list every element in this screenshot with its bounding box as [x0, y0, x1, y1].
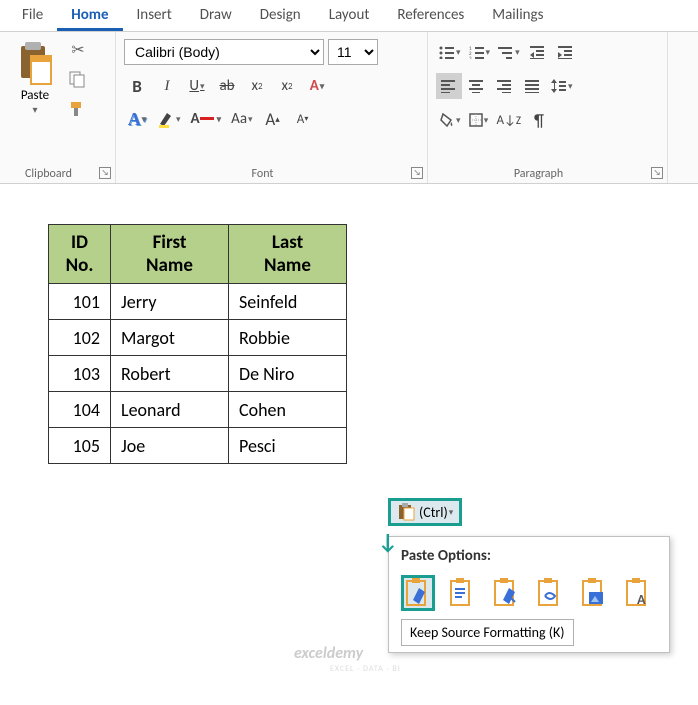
- text-effects-button[interactable]: A▾: [304, 73, 330, 99]
- tab-references[interactable]: References: [383, 0, 478, 31]
- arrow-indicator: ↓: [378, 528, 398, 555]
- chevron-down-icon: ▾: [449, 507, 454, 518]
- clipboard-launcher[interactable]: ↘: [99, 167, 111, 179]
- paste-ctrl-tag[interactable]: (Ctrl) ▾: [388, 498, 462, 526]
- multilevel-list-button[interactable]: ▾: [495, 39, 523, 65]
- increase-indent-button[interactable]: [553, 39, 579, 65]
- font-color-button[interactable]: A▾: [188, 106, 225, 132]
- clipboard-group: Paste ▾ ✂ Clipboard ↘: [0, 32, 116, 183]
- ribbon-tabs: File Home Insert Draw Design Layout Refe…: [0, 0, 698, 32]
- clipboard-group-label: Clipboard: [0, 167, 97, 181]
- paragraph-group-label: Paragraph: [428, 167, 649, 181]
- watermark: exceldemy: [294, 644, 363, 663]
- align-left-button[interactable]: [436, 73, 462, 99]
- justify-button[interactable]: [520, 73, 546, 99]
- strikethrough-button[interactable]: ab: [214, 73, 240, 99]
- keep-text-only-button[interactable]: A: [621, 575, 655, 611]
- header-first: FirstName: [111, 225, 229, 284]
- paste-dropdown-arrow[interactable]: ▾: [32, 103, 37, 116]
- highlight-button[interactable]: ▾: [154, 106, 184, 132]
- bullets-button[interactable]: ▾: [436, 39, 464, 65]
- header-last: LastName: [229, 225, 347, 284]
- tab-draw[interactable]: Draw: [186, 0, 246, 31]
- paste-options-popup: (Ctrl) ▾ ↓ Paste Options: A Keep: [388, 498, 670, 653]
- bold-button[interactable]: B: [124, 73, 150, 99]
- copy-icon[interactable]: [68, 70, 88, 90]
- format-painter-icon[interactable]: [68, 100, 88, 120]
- paste-option-tooltip: Keep Source Formatting (K): [401, 619, 574, 646]
- tab-layout[interactable]: Layout: [315, 0, 384, 31]
- tab-insert[interactable]: Insert: [123, 0, 186, 31]
- shading-button[interactable]: ▾: [436, 107, 464, 133]
- watermark-sub: EXCEL · DATA · BI: [330, 664, 401, 674]
- clipboard-icon: [397, 503, 415, 521]
- document-area[interactable]: IDNo. FirstName LastName 101JerrySeinfel…: [0, 184, 698, 500]
- table-row[interactable]: 105JoePesci: [49, 428, 347, 464]
- font-launcher[interactable]: ↘: [411, 167, 423, 179]
- numbering-button[interactable]: 123▾: [466, 39, 494, 65]
- tab-design[interactable]: Design: [246, 0, 315, 31]
- shrink-font-button[interactable]: A▾: [290, 106, 316, 132]
- use-destination-styles-button[interactable]: [489, 575, 523, 611]
- align-center-button[interactable]: [464, 73, 490, 99]
- table-row[interactable]: 104LeonardCohen: [49, 392, 347, 428]
- paste-options-title: Paste Options:: [401, 547, 657, 565]
- header-id: IDNo.: [49, 225, 111, 284]
- line-spacing-button[interactable]: ▾: [548, 73, 576, 99]
- paragraph-launcher[interactable]: ↘: [651, 167, 663, 179]
- data-table: IDNo. FirstName LastName 101JerrySeinfel…: [48, 224, 347, 500]
- decrease-indent-button[interactable]: [525, 39, 551, 65]
- tab-file[interactable]: File: [8, 0, 57, 31]
- paste-button[interactable]: Paste ▾: [8, 38, 62, 148]
- tab-mailings[interactable]: Mailings: [478, 0, 557, 31]
- show-hide-button[interactable]: ¶: [526, 107, 552, 133]
- font-group-label: Font: [116, 167, 409, 181]
- table-row[interactable]: 102MargotRobbie: [49, 320, 347, 356]
- font-group: Calibri (Body) 11 B I U▾ ab x2 x2 A▾ A▾ …: [116, 32, 428, 183]
- underline-button[interactable]: U▾: [184, 73, 210, 99]
- svg-text:A: A: [637, 591, 646, 608]
- table-row[interactable]: 101JerrySeinfeld: [49, 284, 347, 320]
- table-row-empty: [49, 464, 347, 500]
- merge-formatting-button[interactable]: [445, 575, 479, 611]
- paste-label: Paste: [21, 88, 49, 103]
- align-right-button[interactable]: [492, 73, 518, 99]
- paste-options-menu: Paste Options: A Keep Source Formatting …: [388, 536, 670, 653]
- sort-button[interactable]: A↓Z: [494, 107, 524, 133]
- picture-button[interactable]: [577, 575, 611, 611]
- text-outline-button[interactable]: A▾: [124, 106, 150, 132]
- tab-home[interactable]: Home: [57, 0, 122, 31]
- link-and-keep-source-button[interactable]: [533, 575, 567, 611]
- italic-button[interactable]: I: [154, 73, 180, 99]
- cut-icon[interactable]: ✂: [68, 40, 88, 60]
- subscript-button[interactable]: x2: [244, 73, 270, 99]
- paste-icon: [17, 42, 53, 86]
- svg-text:3: 3: [469, 56, 472, 59]
- grow-font-button[interactable]: A▴: [260, 106, 286, 132]
- paragraph-group: ▾ 123▾ ▾ ▾ ▾ ▾ A↓Z ¶ Paragraph ↘: [428, 32, 668, 183]
- keep-source-formatting-button[interactable]: [401, 575, 435, 611]
- borders-button[interactable]: ▾: [466, 107, 492, 133]
- change-case-button[interactable]: Aa▾: [228, 106, 255, 132]
- font-name-select[interactable]: Calibri (Body): [124, 39, 324, 65]
- ctrl-label: (Ctrl): [419, 504, 448, 521]
- superscript-button[interactable]: x2: [274, 73, 300, 99]
- font-size-select[interactable]: 11: [328, 39, 378, 65]
- ribbon: Paste ▾ ✂ Clipboard ↘ Calibri (Body) 11 …: [0, 32, 698, 184]
- table-row[interactable]: 103RobertDe Niro: [49, 356, 347, 392]
